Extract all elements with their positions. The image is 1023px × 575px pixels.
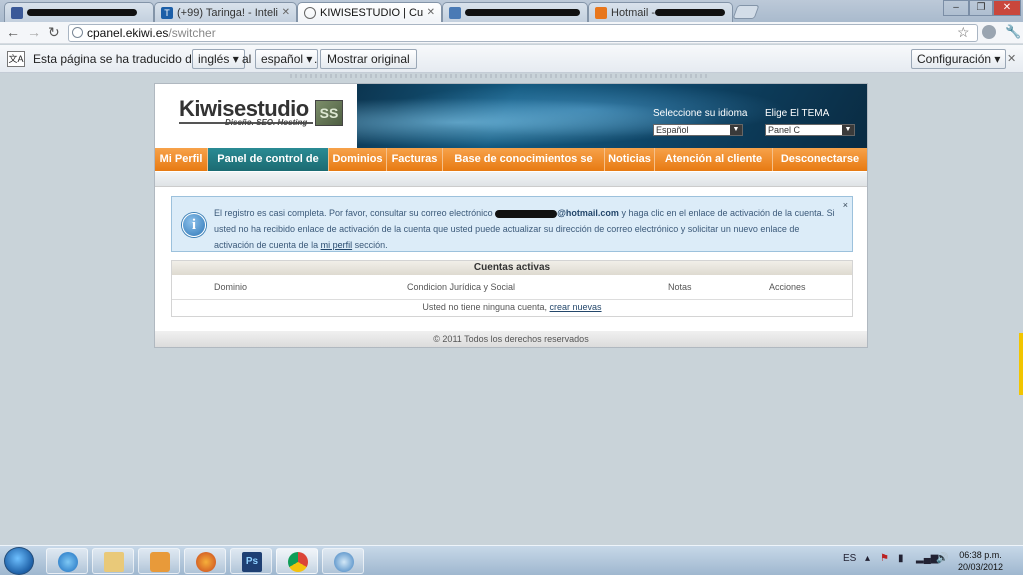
media-player-icon bbox=[150, 552, 170, 572]
mi-perfil-link[interactable]: mi perfil bbox=[321, 240, 353, 250]
address-bar[interactable]: cpanel.ekiwi.es/switcher bbox=[68, 24, 978, 42]
main-menu: Mi Perfil Panel de control de Dominios F… bbox=[155, 148, 867, 171]
page-icon bbox=[449, 6, 461, 19]
menu-item-noticias[interactable]: Noticias bbox=[605, 148, 655, 171]
photoshop-icon: Ps bbox=[242, 552, 262, 572]
tab-kiwisestudio[interactable]: KIWISESTUDIO | Cuentas ✕ bbox=[297, 2, 442, 22]
column-header-notas: Notas bbox=[668, 282, 692, 292]
accounts-table: Cuentas activas Dominio Condicion Jurídi… bbox=[171, 260, 853, 317]
header-banner: Seleccione su idioma Elige El TEMA Españ… bbox=[357, 84, 867, 148]
column-header-dominio: Dominio bbox=[214, 282, 248, 292]
table-title: Cuentas activas bbox=[172, 261, 852, 275]
redacted-email-user bbox=[495, 209, 558, 218]
close-notice-icon[interactable]: × bbox=[843, 200, 848, 210]
site-footer: © 2011 Todos los derechos reservados bbox=[155, 331, 867, 347]
bookmark-star-icon[interactable]: ☆ bbox=[957, 24, 970, 41]
menu-item-desconectarse[interactable]: Desconectarse bbox=[773, 148, 867, 171]
tab-taringa[interactable]: T (+99) Taringa! - Inteligencia ✕ bbox=[154, 2, 297, 22]
taskbar-chrome[interactable] bbox=[276, 548, 318, 574]
chevron-down-icon: ▼ bbox=[730, 125, 742, 135]
taskbar-messenger[interactable] bbox=[322, 548, 364, 574]
theme-label: Elige El TEMA bbox=[765, 108, 830, 119]
notice-message: El registro es casi completa. Por favor,… bbox=[214, 208, 835, 250]
redacted-title bbox=[465, 9, 580, 16]
language-select[interactable]: Español ▼ bbox=[653, 124, 743, 136]
windows-taskbar: Ps ES ▴ ⚑ ▮ ▂▄▆ 🔊 06:38 p.m. 20/03/2012 bbox=[0, 545, 1023, 575]
menu-item-panel-de-control[interactable]: Panel de control de bbox=[208, 148, 329, 171]
firefox-icon bbox=[196, 552, 216, 572]
theme-select[interactable]: Panel C ▼ bbox=[765, 124, 855, 136]
menu-item-base-de-conocimientos[interactable]: Base de conocimientos se bbox=[443, 148, 605, 171]
messenger-icon bbox=[334, 552, 354, 572]
scroll-indicator[interactable] bbox=[1019, 333, 1023, 395]
globe-icon bbox=[304, 6, 316, 19]
logo-tagline: Diseño. SEO. Hosting bbox=[225, 118, 308, 127]
taskbar-firefox[interactable] bbox=[184, 548, 226, 574]
info-icon: i bbox=[182, 213, 206, 237]
source-language-select[interactable]: inglés ▾ bbox=[192, 49, 245, 69]
show-hidden-icons-icon[interactable]: ▴ bbox=[865, 553, 870, 564]
close-tab-icon[interactable]: ✕ bbox=[282, 7, 290, 18]
facebook-icon bbox=[11, 6, 23, 19]
menu-item-facturas[interactable]: Facturas bbox=[387, 148, 443, 171]
tab-redacted-2[interactable] bbox=[442, 2, 588, 22]
create-new-link[interactable]: crear nuevas bbox=[550, 302, 602, 312]
activation-notice: i El registro es casi completa. Por favo… bbox=[171, 196, 853, 252]
browser-tab-strip: T (+99) Taringa! - Inteligencia ✕ KIWISE… bbox=[0, 0, 1023, 22]
globe-icon bbox=[72, 27, 83, 38]
empty-table-message: Usted no tiene ninguna cuenta, crear nue… bbox=[422, 302, 602, 312]
tab-redacted-1[interactable] bbox=[4, 2, 154, 22]
taskbar-internet-explorer[interactable] bbox=[46, 548, 88, 574]
close-window-button[interactable]: ✕ bbox=[993, 0, 1021, 16]
reload-icon[interactable]: ↻ bbox=[48, 24, 60, 41]
column-header-condicion: Condicion Jurídica y Social bbox=[407, 282, 516, 292]
maximize-button[interactable]: ❐ bbox=[969, 0, 993, 16]
menu-item-mi-perfil[interactable]: Mi Perfil bbox=[155, 148, 208, 171]
sub-menu-bar bbox=[155, 172, 867, 187]
menu-item-atencion-al-cliente[interactable]: Atención al cliente bbox=[655, 148, 773, 171]
page-top-divider bbox=[290, 74, 710, 78]
close-tab-icon[interactable]: ✕ bbox=[427, 7, 435, 18]
site-page: Kiwisestudio Diseño. SEO. Hosting SS Sel… bbox=[154, 83, 868, 348]
chrome-icon bbox=[288, 552, 308, 572]
browser-toolbar: ← → ↻ cpanel.ekiwi.es/switcher ☆ 🔧 bbox=[0, 22, 1023, 44]
taskbar-media-player[interactable] bbox=[138, 548, 180, 574]
minimize-button[interactable]: – bbox=[943, 0, 969, 16]
column-header-acciones: Acciones bbox=[769, 282, 806, 292]
wrench-icon[interactable]: 🔧 bbox=[1005, 24, 1021, 40]
chevron-down-icon: ▼ bbox=[842, 125, 854, 135]
back-icon[interactable]: ← bbox=[6, 24, 20, 40]
extension-icon[interactable] bbox=[982, 25, 996, 39]
taringa-icon: T bbox=[161, 6, 173, 19]
internet-explorer-icon bbox=[58, 552, 78, 572]
translate-settings-button[interactable]: Configuración ▾ bbox=[911, 49, 1007, 69]
forward-icon[interactable]: → bbox=[27, 24, 41, 40]
taskbar-explorer[interactable] bbox=[92, 548, 134, 574]
translate-bar: 文A Esta página se ha traducido del inglé… bbox=[0, 45, 1023, 73]
menu-item-dominios[interactable]: Dominios bbox=[329, 148, 387, 171]
volume-icon[interactable]: 🔊 bbox=[936, 553, 948, 564]
redacted-title bbox=[27, 9, 137, 16]
show-original-button[interactable]: Mostrar original bbox=[320, 49, 417, 69]
battery-icon[interactable]: ▮ bbox=[898, 553, 904, 564]
hotmail-icon bbox=[595, 6, 607, 19]
site-header: Kiwisestudio Diseño. SEO. Hosting SS Sel… bbox=[155, 84, 867, 148]
redacted-title bbox=[655, 9, 726, 16]
language-label: Seleccione su idioma bbox=[653, 108, 748, 119]
translate-icon: 文A bbox=[7, 51, 25, 67]
taskbar-photoshop[interactable]: Ps bbox=[230, 548, 272, 574]
new-tab-button[interactable] bbox=[732, 5, 760, 19]
tab-hotmail[interactable]: Hotmail - bbox=[588, 2, 733, 22]
folder-icon bbox=[104, 552, 124, 572]
close-translate-bar-icon[interactable]: ✕ bbox=[1007, 52, 1016, 65]
system-clock[interactable]: 06:38 p.m. 20/03/2012 bbox=[958, 549, 1003, 573]
logo-mark: SS bbox=[315, 100, 343, 126]
target-language-select[interactable]: español ▾ bbox=[255, 49, 319, 69]
language-indicator[interactable]: ES bbox=[843, 553, 856, 564]
action-center-icon[interactable]: ⚑ bbox=[880, 553, 889, 564]
start-button[interactable] bbox=[4, 547, 34, 575]
table-divider bbox=[172, 299, 852, 300]
